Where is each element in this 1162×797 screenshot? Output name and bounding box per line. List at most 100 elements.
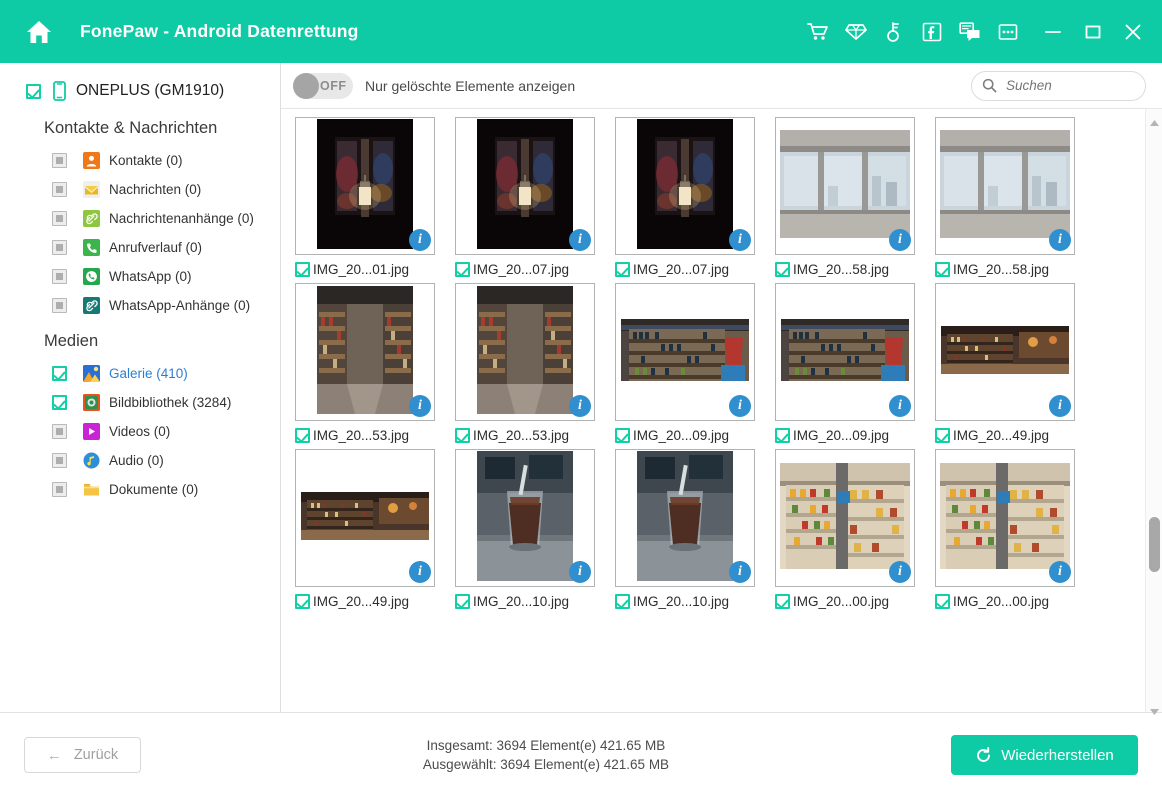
back-button[interactable]: ← Zurück [24,737,141,773]
thumbnail-box[interactable]: i [775,117,915,255]
sidebar-item-kontakte[interactable]: Kontakte (0) [0,146,280,175]
maximize-button[interactable] [1082,19,1104,45]
sidebar-device-row[interactable]: ONEPLUS (GM1910) [0,75,280,107]
grid-item-checkbox[interactable] [775,262,790,277]
thumbnail-box[interactable]: i [295,117,435,255]
sidebar-checkbox-whatsapp-anhaenge[interactable] [52,298,67,313]
info-icon[interactable]: i [409,229,431,251]
grid-item-checkbox[interactable] [935,428,950,443]
grid-item[interactable]: i IMG_20...00.jpg [929,449,1089,609]
grid-item-checkbox[interactable] [295,594,310,609]
sidebar-checkbox-anrufverlauf[interactable] [52,240,67,255]
thumbnail-box[interactable]: i [935,283,1075,421]
grid-item[interactable]: i IMG_20...09.jpg [609,283,769,443]
grid-item-checkbox[interactable] [935,594,950,609]
info-icon[interactable]: i [889,561,911,583]
grid-item[interactable]: i IMG_20...10.jpg [609,449,769,609]
home-icon[interactable] [22,15,56,49]
info-icon[interactable]: i [889,395,911,417]
thumbnail-box[interactable]: i [935,449,1075,587]
info-icon[interactable]: i [569,395,591,417]
sidebar-item-videos[interactable]: Videos (0) [0,417,280,446]
scroll-thumb[interactable] [1149,517,1160,572]
sidebar-item-audio[interactable]: Audio (0) [0,446,280,475]
info-icon[interactable]: i [889,229,911,251]
grid-item[interactable]: i IMG_20...07.jpg [449,117,609,277]
scrollbar-track[interactable] [1149,127,1160,694]
sidebar-checkbox-whatsapp[interactable] [52,269,67,284]
sidebar-checkbox-kontakte[interactable] [52,153,67,168]
grid-item-checkbox[interactable] [775,428,790,443]
sidebar-item-nachrichtenanhaenge[interactable]: Nachrichtenanhänge (0) [0,204,280,233]
grid-item-checkbox[interactable] [295,428,310,443]
facebook-icon[interactable] [920,19,944,45]
grid-item-checkbox[interactable] [295,262,310,277]
sidebar-item-nachrichten[interactable]: Nachrichten (0) [0,175,280,204]
info-icon[interactable]: i [569,229,591,251]
grid-item-checkbox[interactable] [455,262,470,277]
cart-icon[interactable] [806,19,830,45]
grid-item[interactable]: i IMG_20...09.jpg [769,283,929,443]
sidebar-item-galerie[interactable]: Galerie (410) [0,359,280,388]
thumbnail-box[interactable]: i [295,283,435,421]
thumbnail-box[interactable]: i [295,449,435,587]
grid-item-checkbox[interactable] [615,262,630,277]
more-options-icon[interactable] [996,19,1020,45]
sidebar-checkbox-dokumente[interactable] [52,482,67,497]
info-icon[interactable]: i [729,229,751,251]
sidebar-item-dokumente[interactable]: Dokumente (0) [0,475,280,504]
grid-item-checkbox[interactable] [615,594,630,609]
sidebar-checkbox-nachrichten[interactable] [52,182,67,197]
minimize-button[interactable] [1042,19,1064,45]
thumbnail-box[interactable]: i [615,449,755,587]
grid-item[interactable]: i IMG_20...53.jpg [289,283,449,443]
thumbnail-box[interactable]: i [455,117,595,255]
sidebar-checkbox-audio[interactable] [52,453,67,468]
grid-item[interactable]: i IMG_20...58.jpg [929,117,1089,277]
restore-button[interactable]: Wiederherstellen [951,735,1138,775]
sidebar-checkbox-videos[interactable] [52,424,67,439]
sidebar-checkbox-nachrichtenanhaenge[interactable] [52,211,67,226]
diamond-icon[interactable] [844,19,868,45]
thumbnail-box[interactable]: i [775,283,915,421]
grid-item[interactable]: i IMG_20...49.jpg [929,283,1089,443]
sidebar-item-whatsapp-anhaenge[interactable]: WhatsApp-Anhänge (0) [0,291,280,320]
grid-item[interactable]: i IMG_20...07.jpg [609,117,769,277]
grid-item-checkbox[interactable] [935,262,950,277]
grid-item-checkbox[interactable] [455,594,470,609]
info-icon[interactable]: i [409,395,431,417]
feedback-icon[interactable] [958,19,982,45]
info-icon[interactable]: i [569,561,591,583]
thumbnail-box[interactable]: i [455,283,595,421]
device-checkbox[interactable] [26,83,41,99]
info-icon[interactable]: i [1049,561,1071,583]
search-input[interactable] [1006,78,1135,93]
grid-item[interactable]: i IMG_20...10.jpg [449,449,609,609]
scroll-down-arrow[interactable] [1149,702,1159,715]
grid-item[interactable]: i IMG_20...01.jpg [289,117,449,277]
thumbnail-box[interactable]: i [935,117,1075,255]
sidebar-item-anrufverlauf[interactable]: Anrufverlauf (0) [0,233,280,262]
grid-item-checkbox[interactable] [775,594,790,609]
thumbnail-box[interactable]: i [775,449,915,587]
sidebar-checkbox-galerie[interactable] [52,366,67,381]
info-icon[interactable]: i [729,395,751,417]
grid-item[interactable]: i IMG_20...53.jpg [449,283,609,443]
info-icon[interactable]: i [1049,229,1071,251]
info-icon[interactable]: i [1049,395,1071,417]
grid-item[interactable]: i IMG_20...00.jpg [769,449,929,609]
thumbnail-box[interactable]: i [615,117,755,255]
sidebar-item-whatsapp[interactable]: WhatsApp (0) [0,262,280,291]
scroll-up-arrow[interactable] [1149,113,1159,126]
search-box[interactable] [971,70,1146,101]
close-button[interactable] [1122,19,1144,45]
thumbnail-box[interactable]: i [455,449,595,587]
info-icon[interactable]: i [729,561,751,583]
show-deleted-only-toggle[interactable]: OFF [293,72,353,99]
info-icon[interactable]: i [409,561,431,583]
grid-item[interactable]: i IMG_20...58.jpg [769,117,929,277]
key-icon[interactable] [882,19,906,45]
grid-item[interactable]: i IMG_20...49.jpg [289,449,449,609]
vertical-scrollbar[interactable] [1145,109,1162,715]
thumbnail-box[interactable]: i [615,283,755,421]
